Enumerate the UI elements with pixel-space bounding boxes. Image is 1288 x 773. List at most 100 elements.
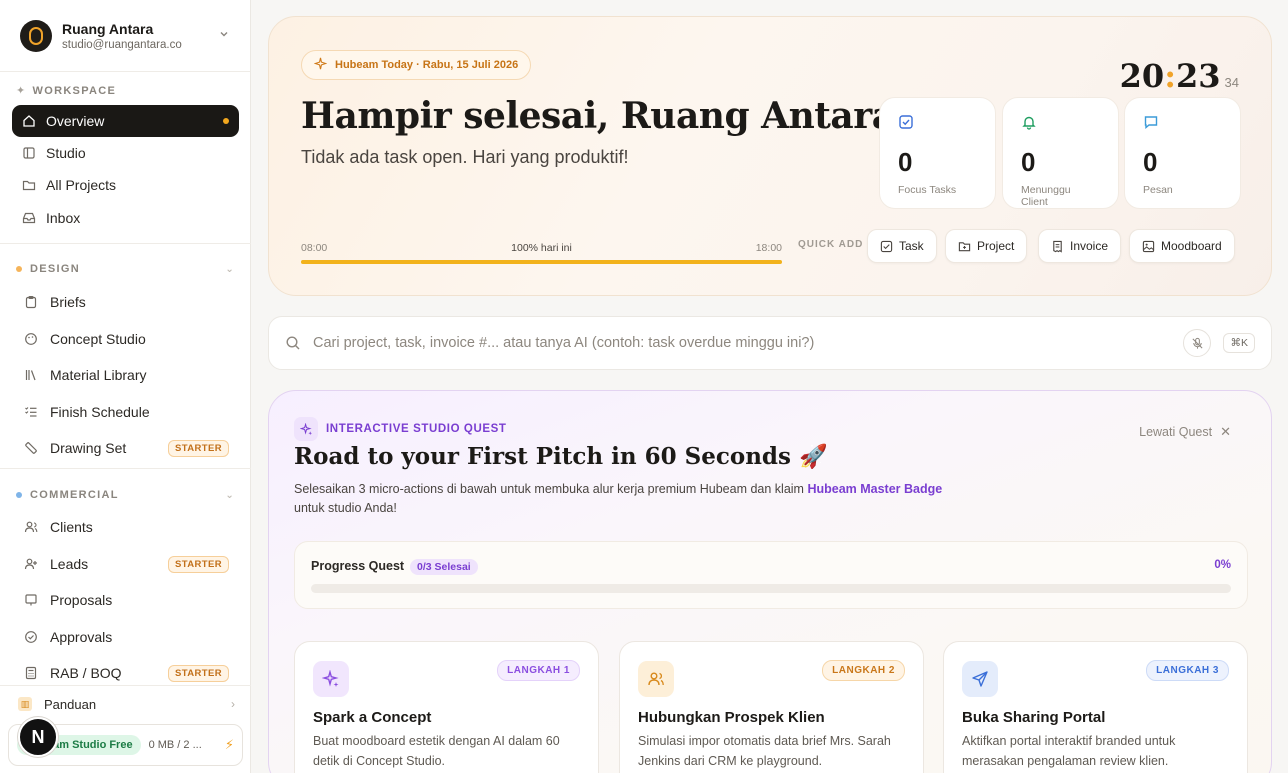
receipt-icon: [1051, 240, 1064, 253]
stat-focus-tasks[interactable]: 0 Focus Tasks: [879, 97, 996, 209]
starter-badge: STARTER: [168, 664, 229, 682]
section-design[interactable]: DESIGN ⌄: [0, 263, 251, 275]
sidebar-item-label: Finish Schedule: [50, 404, 150, 420]
keyboard-shortcut: ⌘K: [1223, 333, 1255, 353]
divider: [0, 468, 251, 469]
quick-add-project-button[interactable]: Project: [945, 229, 1028, 263]
mic-off-icon[interactable]: [1183, 329, 1212, 357]
sidebar-item-inbox[interactable]: Inbox: [12, 202, 239, 234]
chevron-right-icon: ›: [231, 697, 235, 711]
guide-link[interactable]: ▥ Panduan ›: [12, 692, 239, 716]
presentation-icon: [24, 593, 38, 607]
sparkle-icon: [313, 57, 328, 73]
quest-step-3[interactable]: LANGKAH 3 Buka Sharing Portal Aktifkan p…: [943, 641, 1248, 773]
sidebar-item-concept-studio[interactable]: Concept Studio: [16, 323, 239, 355]
quest-step-2[interactable]: LANGKAH 2 Hubungkan Prospek Klien Simula…: [619, 641, 924, 773]
stat-label: Pesan: [1143, 184, 1173, 196]
workspace-switcher[interactable]: Ruang Antara studio@ruangantara.co: [0, 0, 250, 72]
sidebar-item-studio[interactable]: Studio: [12, 137, 239, 169]
bolt-icon[interactable]: ⚡: [225, 737, 234, 753]
avatar[interactable]: N: [18, 717, 58, 757]
sidebar-item-label: Clients: [50, 519, 93, 535]
quest-progress-label: Progress Quest: [311, 559, 405, 573]
sparkles-icon: [313, 661, 349, 697]
quest-progress: Progress Quest 0/3 Selesai 0%: [294, 541, 1248, 609]
clock-minutes: 23: [1176, 57, 1221, 95]
master-badge-link[interactable]: Hubeam Master Badge: [807, 482, 942, 496]
day-end: 18:00: [755, 242, 782, 254]
step-description: Buat moodboard estetik dengan AI dalam 6…: [313, 734, 560, 768]
active-dot: [223, 118, 229, 124]
sidebar-item-leads[interactable]: Leads STARTER: [16, 548, 239, 580]
chevron-down-icon: ⌄: [225, 489, 235, 501]
users-icon: [638, 661, 674, 697]
step-title: Buka Sharing Portal: [962, 709, 1106, 726]
sidebar-item-label: Material Library: [50, 367, 147, 383]
global-search: ⌘K: [268, 316, 1272, 370]
sidebar-item-label: Overview: [46, 113, 105, 129]
sidebar-item-approvals[interactable]: Approvals: [16, 621, 239, 653]
clock: 20:23 34: [1119, 57, 1239, 95]
stat-value: 0: [1021, 147, 1036, 177]
stat-messages[interactable]: 0 Pesan: [1124, 97, 1241, 209]
message-icon: [1143, 116, 1159, 134]
quest-progress-percent: 0%: [1214, 559, 1231, 571]
section-dot: [16, 492, 22, 498]
stat-label: Focus Tasks: [898, 184, 957, 196]
starter-badge: STARTER: [168, 555, 229, 573]
palette-icon: [24, 332, 38, 346]
skip-quest-button[interactable]: Lewati Quest ✕: [1139, 424, 1231, 440]
section-dot: [16, 266, 22, 272]
send-icon: [962, 661, 998, 697]
workspace-email: studio@ruangantara.co: [62, 38, 182, 51]
step-badge: LANGKAH 2: [822, 660, 905, 681]
list-check-icon: [24, 405, 38, 419]
quick-add-invoice-button[interactable]: Invoice: [1038, 229, 1122, 263]
quest-step-1[interactable]: LANGKAH 1 Spark a Concept Buat moodboard…: [294, 641, 599, 773]
today-badge: Hubeam Today · Rabu, 15 Juli 2026: [301, 50, 532, 80]
sidebar-item-all-projects[interactable]: All Projects: [12, 169, 239, 201]
sidebar-item-label: Approvals: [50, 629, 113, 645]
sidebar-item-finish-schedule[interactable]: Finish Schedule: [16, 396, 239, 428]
sidebar-item-proposals[interactable]: Proposals: [16, 584, 239, 616]
sparkle-icon: ✦: [16, 85, 27, 97]
quest-progress-bar: [311, 584, 1231, 593]
sidebar-item-overview[interactable]: Overview: [12, 105, 239, 137]
sidebar-item-clients[interactable]: Clients: [16, 511, 239, 543]
sidebar: Ruang Antara studio@ruangantara.co ✦ WOR…: [0, 0, 251, 773]
step-title: Hubungkan Prospek Klien: [638, 709, 825, 726]
calculator-icon: [24, 666, 38, 680]
clipboard-icon: [24, 295, 38, 309]
quick-add-moodboard-button[interactable]: Moodboard: [1129, 229, 1235, 263]
sidebar-item-drawing-set[interactable]: Drawing Set STARTER: [16, 432, 239, 464]
quick-add-label: QUICK ADD: [798, 239, 864, 250]
search-input[interactable]: [313, 335, 1184, 351]
step-description: Simulasi impor otomatis data brief Mrs. …: [638, 734, 891, 768]
sidebar-item-label: Leads: [50, 556, 89, 572]
storage-usage: 0 MB / 2 ...: [148, 739, 202, 751]
close-icon: ✕: [1220, 424, 1231, 439]
day-progress-fill: [301, 260, 782, 264]
day-progress-bar: [301, 260, 782, 264]
image-icon: [1142, 240, 1155, 253]
sidebar-item-label: Concept Studio: [50, 331, 146, 347]
workspace-name: Ruang Antara: [62, 20, 154, 37]
check-circle-icon: [24, 630, 38, 644]
quest-label: INTERACTIVE STUDIO QUEST: [294, 417, 507, 441]
step-description: Aktifkan portal interaktif branded untuk…: [962, 734, 1176, 768]
users-icon: [24, 520, 38, 534]
book-icon: ▥: [18, 697, 32, 711]
sidebar-item-material-library[interactable]: Material Library: [16, 359, 239, 391]
sidebar-item-label: All Projects: [46, 177, 117, 193]
quick-add-task-button[interactable]: Task: [867, 229, 937, 263]
sidebar-item-briefs[interactable]: Briefs: [16, 286, 239, 318]
clock-seconds: 34: [1224, 75, 1239, 90]
stat-label: Menunggu Client: [1021, 184, 1071, 208]
stat-waiting-client[interactable]: 0 Menunggu Client: [1002, 97, 1119, 209]
home-icon: [22, 114, 36, 128]
inbox-icon: [22, 211, 36, 225]
section-commercial[interactable]: COMMERCIAL ⌄: [0, 489, 251, 501]
sparkles-icon: [294, 417, 318, 441]
divider: [0, 243, 251, 244]
check-square-icon: [880, 240, 893, 253]
